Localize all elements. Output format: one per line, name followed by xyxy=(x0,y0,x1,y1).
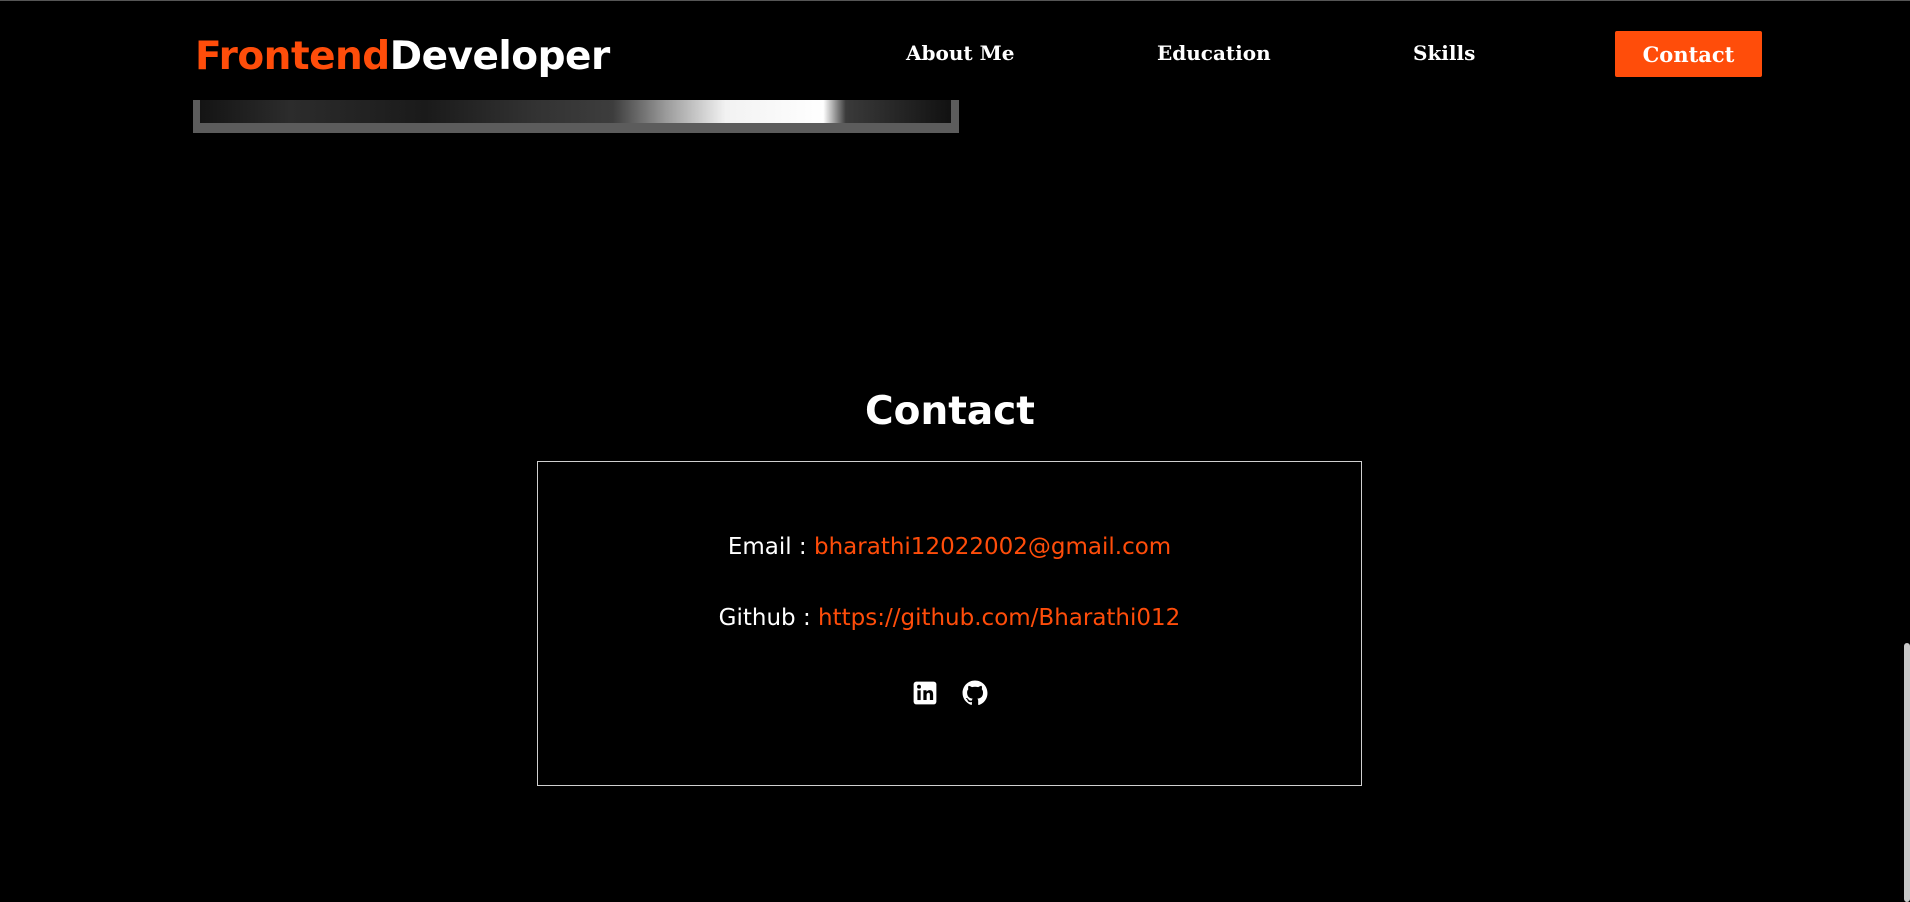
email-row: Email : bharathi12022002@gmail.com xyxy=(538,530,1361,564)
nav-contact-button[interactable]: Contact xyxy=(1615,31,1762,77)
contact-heading: Contact xyxy=(865,389,1035,434)
brand-logo[interactable]: FrontendDeveloper xyxy=(195,30,610,84)
profile-photo-frame xyxy=(193,100,959,133)
brand-plain-text: Developer xyxy=(389,34,610,79)
github-icon[interactable] xyxy=(962,680,988,706)
page-scrollbar[interactable] xyxy=(1904,643,1910,902)
nav-education[interactable]: Education xyxy=(1157,38,1271,68)
social-links xyxy=(538,680,1361,706)
email-link[interactable]: bharathi12022002@gmail.com xyxy=(814,534,1171,560)
github-row: Github : https://github.com/Bharathi012 xyxy=(538,601,1361,635)
brand-accent-text: Frontend xyxy=(195,34,390,79)
contact-card: Email : bharathi12022002@gmail.com Githu… xyxy=(537,461,1362,786)
window-top-border xyxy=(0,0,1910,1)
email-label: Email : xyxy=(727,534,814,560)
nav-about-me[interactable]: About Me xyxy=(906,38,1014,68)
profile-photo xyxy=(200,100,951,123)
linkedin-icon[interactable] xyxy=(912,680,938,706)
nav-skills[interactable]: Skills xyxy=(1413,38,1475,68)
github-link[interactable]: https://github.com/Bharathi012 xyxy=(818,605,1180,631)
github-label: Github : xyxy=(718,605,819,631)
